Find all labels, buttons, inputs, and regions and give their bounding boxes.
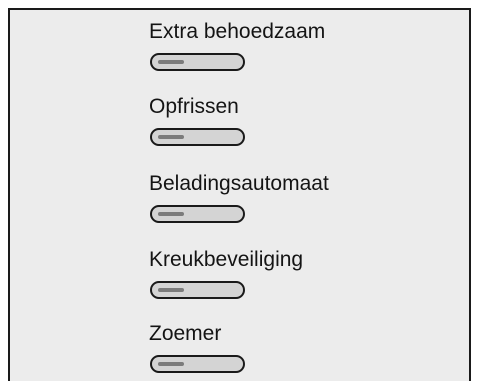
option-label: Beladingsautomaat bbox=[149, 172, 329, 195]
option-kreukbeveiliging: Kreukbeveiliging bbox=[149, 248, 304, 299]
kreukbeveiliging-button[interactable] bbox=[150, 281, 245, 299]
indicator-light-icon bbox=[158, 288, 184, 292]
extra-behoedzaam-button[interactable] bbox=[150, 53, 245, 71]
opfrissen-button[interactable] bbox=[150, 128, 245, 146]
option-label: Opfrissen bbox=[149, 95, 239, 118]
indicator-light-icon bbox=[158, 135, 184, 139]
indicator-light-icon bbox=[158, 60, 184, 64]
zoemer-button[interactable] bbox=[150, 355, 245, 373]
option-label: Kreukbeveiliging bbox=[149, 248, 304, 271]
option-label: Extra behoedzaam bbox=[149, 20, 326, 43]
indicator-light-icon bbox=[158, 212, 184, 216]
beladingsautomaat-button[interactable] bbox=[150, 205, 245, 223]
option-beladingsautomaat: Beladingsautomaat bbox=[149, 172, 329, 223]
option-zoemer: Zoemer bbox=[149, 322, 245, 373]
options-panel: Extra behoedzaam Opfrissen Beladingsauto… bbox=[8, 8, 471, 381]
indicator-light-icon bbox=[158, 362, 184, 366]
option-extra-behoedzaam: Extra behoedzaam bbox=[149, 20, 326, 71]
option-label: Zoemer bbox=[149, 322, 222, 345]
option-opfrissen: Opfrissen bbox=[149, 95, 245, 146]
